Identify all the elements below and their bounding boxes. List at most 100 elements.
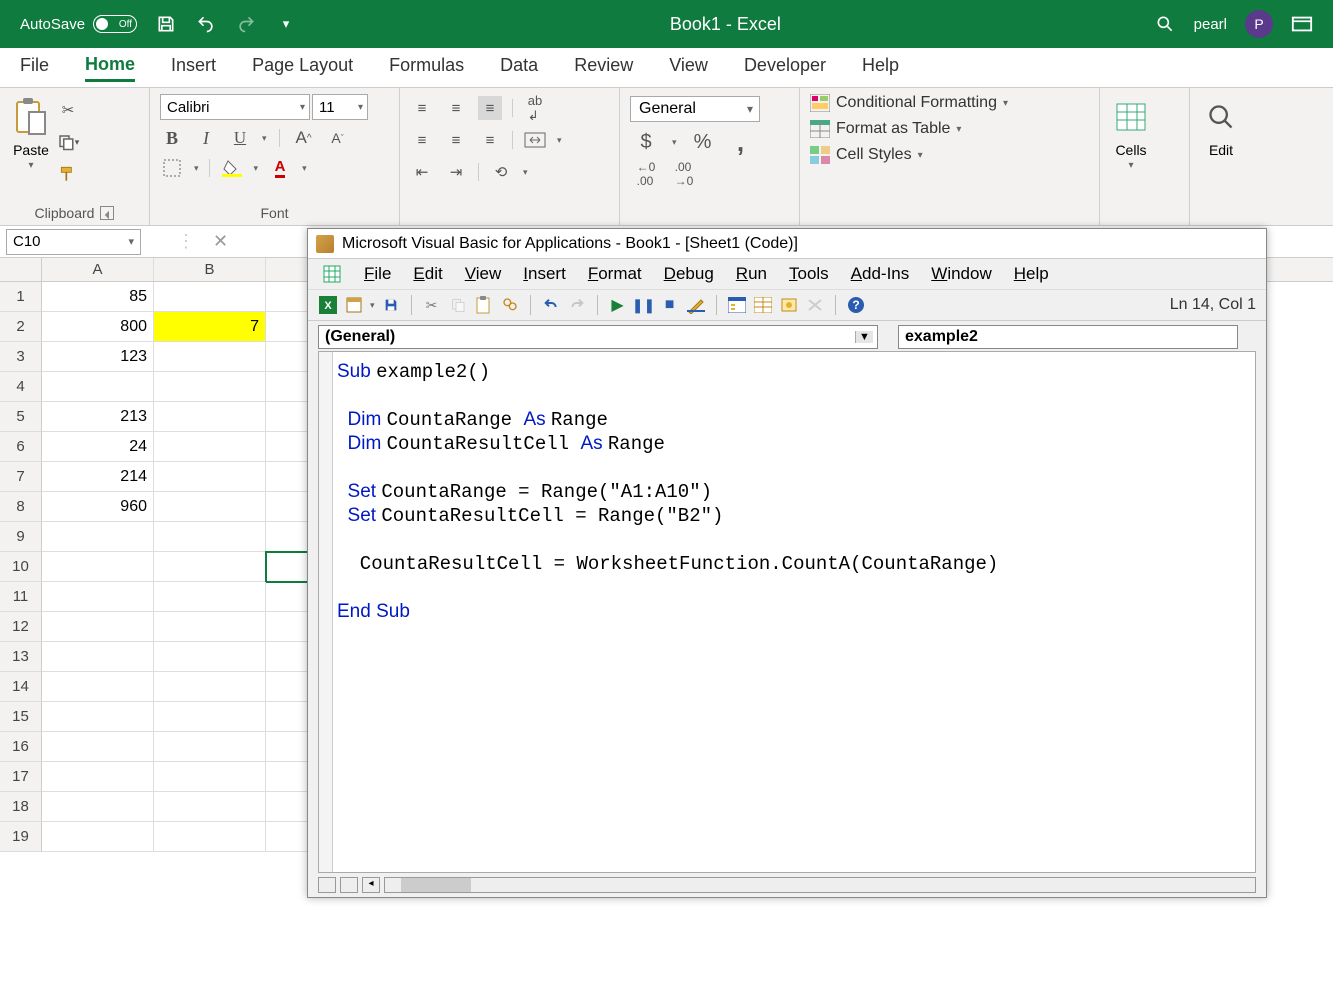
name-box[interactable]: C10▾	[6, 229, 141, 255]
vbe-menu-debug[interactable]: Debug	[664, 264, 714, 284]
autosave-switch[interactable]: Off	[93, 15, 137, 33]
vbe-code-pane[interactable]: Sub example2() Dim CountaRange As Range …	[318, 351, 1256, 873]
fill-color-icon[interactable]	[220, 156, 244, 180]
comma-icon[interactable]: ,	[729, 130, 753, 154]
row-header[interactable]: 12	[0, 612, 42, 642]
increase-indent-icon[interactable]: ⇥	[444, 160, 468, 184]
cell[interactable]: 214	[42, 462, 154, 492]
decrease-decimal-icon[interactable]: .00→0	[672, 162, 696, 186]
clipboard-dialog-launcher[interactable]	[100, 206, 114, 220]
vbe-menu-help[interactable]: Help	[1014, 264, 1049, 284]
borders-icon[interactable]	[160, 156, 184, 180]
cell[interactable]: 123	[42, 342, 154, 372]
redo-icon[interactable]	[235, 13, 257, 35]
vbe-cut-icon[interactable]: ✂	[422, 295, 442, 315]
conditional-formatting-button[interactable]: Conditional Formatting ▾	[810, 94, 1008, 112]
vbe-menu-edit[interactable]: Edit	[413, 264, 442, 284]
cell[interactable]: 7	[154, 312, 266, 342]
vbe-insert-module-icon[interactable]	[344, 295, 364, 315]
orientation-icon[interactable]: ⟲	[489, 160, 513, 184]
percent-icon[interactable]: %	[691, 130, 715, 154]
row-header[interactable]: 11	[0, 582, 42, 612]
cell[interactable]	[42, 642, 154, 672]
row-header[interactable]: 2	[0, 312, 42, 342]
cells-button[interactable]: Cells ▾	[1110, 94, 1152, 201]
vbe-excel-icon[interactable]: X	[318, 295, 338, 315]
vbe-object-combo[interactable]: (General)▼	[318, 325, 878, 349]
cell[interactable]	[154, 522, 266, 552]
cell[interactable]	[154, 552, 266, 582]
cell[interactable]: 213	[42, 402, 154, 432]
row-header[interactable]: 5	[0, 402, 42, 432]
row-header[interactable]: 17	[0, 762, 42, 792]
font-name-select[interactable]: Calibri▾	[160, 94, 310, 120]
row-header[interactable]: 1	[0, 282, 42, 312]
cell[interactable]	[42, 372, 154, 402]
tab-developer[interactable]: Developer	[744, 55, 826, 80]
tab-view[interactable]: View	[669, 55, 708, 80]
vbe-procedure-view-icon[interactable]	[318, 877, 336, 893]
vbe-menu-tools[interactable]: Tools	[789, 264, 829, 284]
vbe-project-explorer-icon[interactable]	[727, 295, 747, 315]
vbe-menu-run[interactable]: Run	[736, 264, 767, 284]
row-header[interactable]: 19	[0, 822, 42, 852]
align-left-icon[interactable]: ≡	[410, 128, 434, 152]
row-header[interactable]: 9	[0, 522, 42, 552]
cell[interactable]	[154, 342, 266, 372]
vbe-object-browser-icon[interactable]	[779, 295, 799, 315]
vbe-menu-file[interactable]: File	[364, 264, 391, 284]
align-right-icon[interactable]: ≡	[478, 128, 502, 152]
editing-button[interactable]: Edit	[1200, 94, 1242, 201]
tab-home[interactable]: Home	[85, 54, 135, 82]
cell[interactable]	[42, 522, 154, 552]
font-size-select[interactable]: 11▾	[312, 94, 368, 120]
tab-review[interactable]: Review	[574, 55, 633, 80]
vbe-paste-icon[interactable]	[474, 295, 494, 315]
vbe-properties-icon[interactable]	[753, 295, 773, 315]
cell[interactable]: 85	[42, 282, 154, 312]
vbe-menu-window[interactable]: Window	[931, 264, 991, 284]
row-header[interactable]: 4	[0, 372, 42, 402]
wrap-text-icon[interactable]: ab↲	[523, 96, 547, 120]
user-avatar[interactable]: P	[1245, 10, 1273, 38]
merge-icon[interactable]	[523, 128, 547, 152]
tab-formulas[interactable]: Formulas	[389, 55, 464, 80]
ribbon-display-icon[interactable]	[1291, 13, 1313, 35]
row-header[interactable]: 7	[0, 462, 42, 492]
column-header[interactable]: B	[154, 258, 266, 281]
name-box-dropdown-icon[interactable]: ▾	[128, 235, 134, 248]
tab-file[interactable]: File	[20, 55, 49, 80]
row-header[interactable]: 14	[0, 672, 42, 702]
cell[interactable]	[154, 372, 266, 402]
save-icon[interactable]	[155, 13, 177, 35]
cell[interactable]	[154, 732, 266, 762]
vbe-find-icon[interactable]	[500, 295, 520, 315]
bold-button[interactable]: B	[160, 126, 184, 150]
vbe-system-icon[interactable]	[322, 264, 342, 284]
cell[interactable]	[154, 582, 266, 612]
vbe-redo-icon[interactable]	[567, 295, 587, 315]
cell[interactable]	[154, 792, 266, 822]
vbe-procedure-combo[interactable]: example2	[898, 325, 1238, 349]
vbe-undo-icon[interactable]	[541, 295, 561, 315]
format-painter-icon[interactable]	[56, 162, 80, 186]
cell[interactable]	[42, 552, 154, 582]
italic-button[interactable]: I	[194, 126, 218, 150]
cell[interactable]	[42, 822, 154, 852]
row-header[interactable]: 6	[0, 432, 42, 462]
cell[interactable]	[154, 762, 266, 792]
cell[interactable]	[154, 402, 266, 432]
copy-icon[interactable]: ▾	[56, 130, 80, 154]
vbe-window[interactable]: Microsoft Visual Basic for Applications …	[307, 228, 1267, 898]
row-header[interactable]: 18	[0, 792, 42, 822]
cell[interactable]	[154, 672, 266, 702]
vbe-menu-insert[interactable]: Insert	[523, 264, 566, 284]
cell[interactable]	[154, 702, 266, 732]
vbe-scroll-left-icon[interactable]: ◂	[362, 877, 380, 893]
cell[interactable]: 800	[42, 312, 154, 342]
font-color-icon[interactable]: A	[268, 156, 292, 180]
cell[interactable]	[154, 462, 266, 492]
undo-icon[interactable]	[195, 13, 217, 35]
row-header[interactable]: 13	[0, 642, 42, 672]
underline-button[interactable]: U	[228, 126, 252, 150]
